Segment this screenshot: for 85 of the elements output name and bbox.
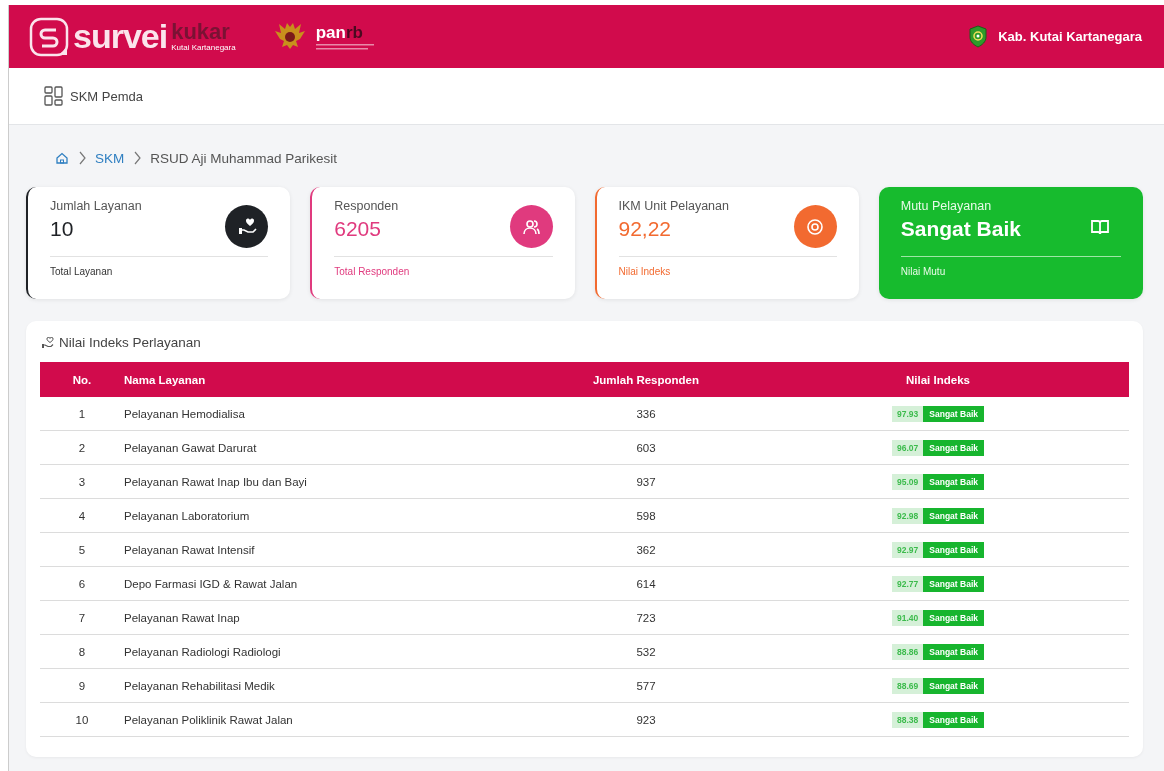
score-badge: 96.07 <box>892 439 924 456</box>
table-cell: Depo Farmasi IGD & Rawat Jalan <box>124 566 545 601</box>
table-cell: Pelayanan Rawat Inap <box>124 600 545 635</box>
table-cell: Pelayanan Rehabilitasi Medik <box>124 668 545 703</box>
table-cell: 577 <box>545 668 747 703</box>
logo-subtitle: Kutai Kartanegara <box>171 44 236 52</box>
table-cell: Pelayanan Laboratorium <box>124 498 545 533</box>
grade-badge: Sangat Baik <box>923 541 984 558</box>
hand-heart-icon <box>42 336 54 349</box>
table-cell: 8 <box>40 634 124 669</box>
score-badge: 92.97 <box>892 541 924 558</box>
dashboard-icon <box>44 86 64 106</box>
card-title: Responden <box>334 199 399 213</box>
score-badge: 92.77 <box>892 575 924 592</box>
nav-link[interactable]: SKM Pemda <box>70 88 143 104</box>
grade-badge: Sangat Baik <box>923 609 984 626</box>
column-header: No. <box>40 362 124 397</box>
table-cell: 1 <box>40 397 124 431</box>
card-value: Sangat Baik <box>900 217 1021 241</box>
section-title: Nilai Indeks Perlayanan <box>59 335 201 350</box>
grade-badge: Sangat Baik <box>923 677 984 694</box>
table-cell: Pelayanan Poliklinik Rawat Jalan <box>124 702 545 737</box>
region-name: Kab. Kutai Kartanegara <box>998 29 1142 44</box>
breadcrumb-current: RSUD Aji Muhammad Parikesit <box>150 150 338 166</box>
users-icon <box>509 205 553 248</box>
card-footer: Nilai Indeks <box>618 266 837 277</box>
table-cell: 603 <box>545 430 747 465</box>
table-cell: 9 <box>40 668 124 703</box>
table-cell: 723 <box>545 600 747 635</box>
table-cell: 4 <box>40 498 124 533</box>
caption-lines-icon <box>315 42 376 51</box>
score-badge: 88.38 <box>892 711 924 728</box>
card-value: 6205 <box>334 217 382 241</box>
grade-badge: Sangat Baik <box>923 439 984 456</box>
logo-text: panrb <box>315 22 364 43</box>
card-value: 10 <box>50 217 75 241</box>
score-badge: 88.69 <box>892 677 924 694</box>
score-badge: 92.98 <box>892 507 924 524</box>
card-footer: Total Responden <box>334 266 553 277</box>
breadcrumb-link[interactable]: SKM <box>95 150 125 166</box>
table-cell: Pelayanan Gawat Darurat <box>124 430 545 465</box>
table-cell: 362 <box>545 532 747 567</box>
table-cell: Pelayanan Rawat Inap Ibu dan Bayi <box>124 464 545 499</box>
chevron-icon <box>132 151 143 165</box>
card-value: 92,22 <box>618 217 673 241</box>
table-cell: Pelayanan Radiologi Radiologi <box>124 634 545 669</box>
grade-badge: Sangat Baik <box>923 473 984 490</box>
grade-badge: Sangat Baik <box>923 643 984 660</box>
grade-badge: Sangat Baik <box>923 711 984 728</box>
grade-badge: Sangat Baik <box>923 507 984 524</box>
table-cell: 598 <box>545 498 747 533</box>
card-title: IKM Unit Pelayanan <box>618 199 729 213</box>
table-cell: 6 <box>40 566 124 601</box>
card-footer: Total Layanan <box>50 266 269 277</box>
logo-text: survei <box>73 17 168 56</box>
column-header: Nama Layanan <box>124 362 545 397</box>
table-cell: Pelayanan Rawat Intensif <box>124 532 545 567</box>
target-icon <box>793 205 837 248</box>
crest-icon <box>968 24 989 49</box>
table-cell: 336 <box>545 397 747 431</box>
card-title: Mutu Pelayanan <box>900 199 993 213</box>
grade-badge: Sangat Baik <box>923 405 984 422</box>
home-icon[interactable] <box>55 151 69 165</box>
score-badge: 97.93 <box>892 405 924 422</box>
table-cell: 937 <box>545 464 747 499</box>
table-cell: 7 <box>40 600 124 635</box>
table-cell: 614 <box>545 566 747 601</box>
card-title: Jumlah Layanan <box>50 199 142 213</box>
card-footer: Nilai Mutu <box>900 266 1121 277</box>
score-badge: 95.09 <box>892 473 924 490</box>
table-cell: Pelayanan Hemodialisa <box>124 397 545 431</box>
grade-badge: Sangat Baik <box>923 575 984 592</box>
chevron-icon <box>77 151 87 165</box>
score-badge: 91.40 <box>892 609 924 626</box>
table-cell: 923 <box>545 702 747 737</box>
table-cell: 3 <box>40 464 124 499</box>
score-badge: 88.86 <box>892 643 924 660</box>
logo-text: kukar <box>171 21 231 43</box>
table-cell: 10 <box>40 702 124 737</box>
table-cell: 532 <box>545 634 747 669</box>
column-header: Jumlah Responden <box>545 362 747 397</box>
table-cell: 2 <box>40 430 124 465</box>
logo-icon <box>29 16 69 57</box>
column-header: Nilai Indeks <box>747 362 1129 397</box>
table-cell: 5 <box>40 532 124 567</box>
